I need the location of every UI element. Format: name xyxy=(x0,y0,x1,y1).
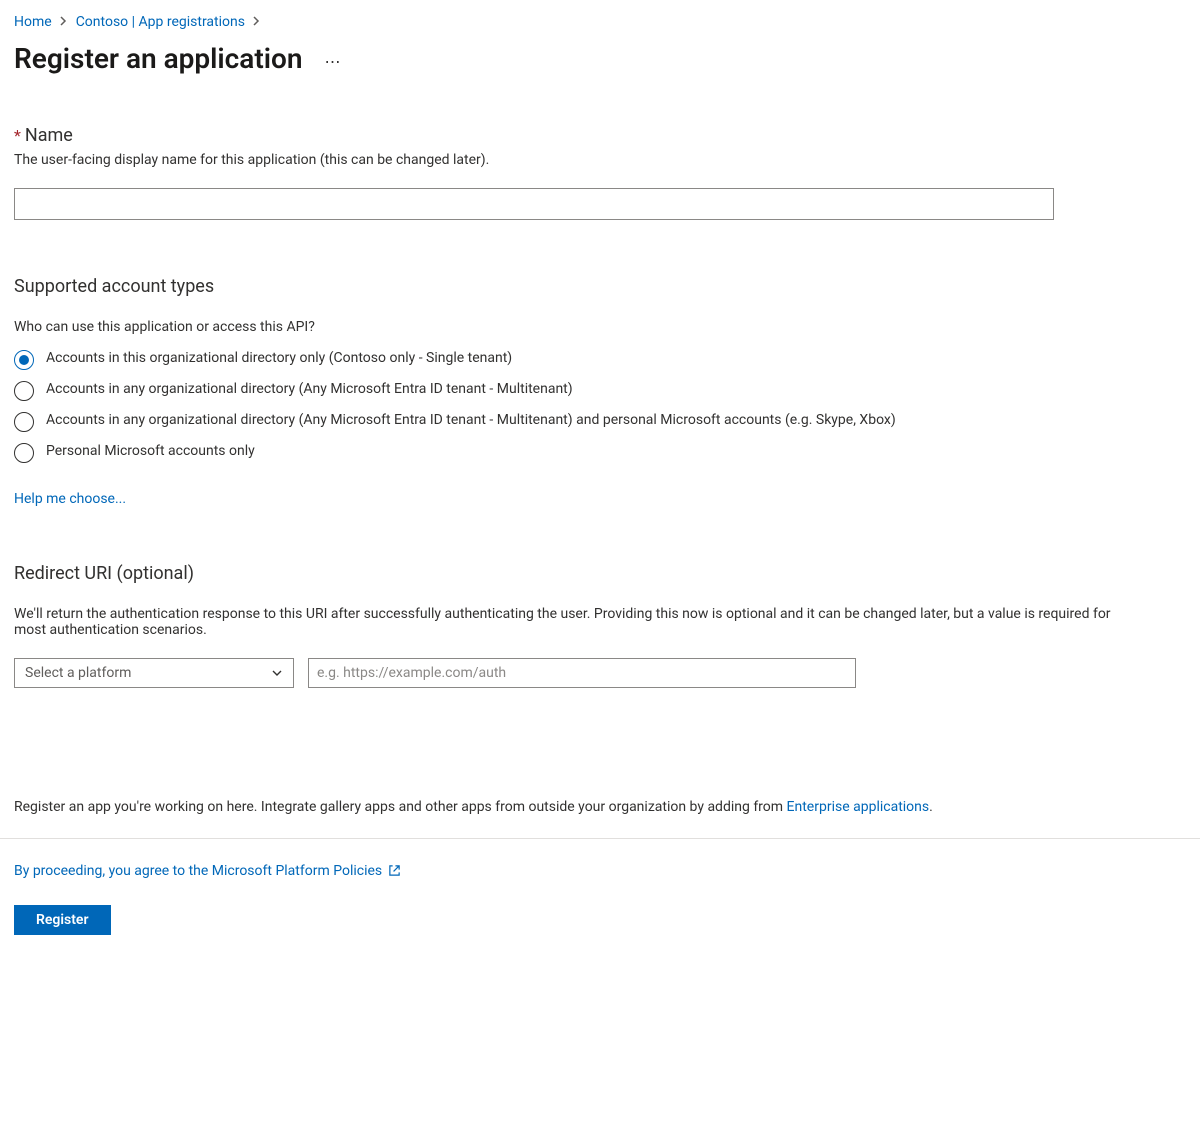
chevron-down-icon xyxy=(271,667,283,679)
more-actions-button[interactable]: ⋯ xyxy=(325,52,343,71)
name-input[interactable] xyxy=(14,188,1054,220)
account-types-title: Supported account types xyxy=(14,276,1186,297)
breadcrumb-item-home[interactable]: Home xyxy=(14,14,52,30)
breadcrumb: Home Contoso | App registrations xyxy=(14,14,1186,30)
policy-text: By proceeding, you agree to the Microsof… xyxy=(14,863,382,879)
platform-select-value: Select a platform xyxy=(25,665,131,681)
redirect-uri-input[interactable] xyxy=(308,658,856,688)
radio-label-multi-tenant-personal[interactable]: Accounts in any organizational directory… xyxy=(46,411,1056,431)
redirect-uri-section: Redirect URI (optional) We'll return the… xyxy=(14,563,1186,688)
enterprise-applications-link[interactable]: Enterprise applications xyxy=(787,799,930,815)
name-label: Name xyxy=(25,125,73,146)
name-hint: The user-facing display name for this ap… xyxy=(14,152,1186,168)
breadcrumb-item-app-registrations[interactable]: Contoso | App registrations xyxy=(76,14,245,30)
name-section: *Name The user-facing display name for t… xyxy=(14,125,1186,220)
policy-link[interactable]: By proceeding, you agree to the Microsof… xyxy=(14,863,401,879)
footer-note-prefix: Register an app you're working on here. … xyxy=(14,799,787,815)
radio-single-tenant[interactable] xyxy=(14,350,34,370)
account-types-radio-group: Accounts in this organizational director… xyxy=(14,349,1186,463)
radio-label-multi-tenant[interactable]: Accounts in any organizational directory… xyxy=(46,380,1056,400)
radio-label-single-tenant[interactable]: Accounts in this organizational director… xyxy=(46,349,1056,369)
external-link-icon xyxy=(388,864,401,877)
radio-multi-tenant-personal[interactable] xyxy=(14,412,34,432)
footer-note-suffix: . xyxy=(929,799,933,815)
chevron-right-icon xyxy=(253,15,261,29)
platform-select[interactable]: Select a platform xyxy=(14,658,294,688)
required-indicator: * xyxy=(14,126,21,145)
radio-multi-tenant[interactable] xyxy=(14,381,34,401)
account-types-subtitle: Who can use this application or access t… xyxy=(14,319,1186,335)
page-title: Register an application xyxy=(14,42,303,75)
register-button[interactable]: Register xyxy=(14,905,111,935)
radio-personal-only[interactable] xyxy=(14,443,34,463)
redirect-uri-desc: We'll return the authentication response… xyxy=(14,606,1144,638)
redirect-uri-title: Redirect URI (optional) xyxy=(14,563,1186,584)
radio-label-personal-only[interactable]: Personal Microsoft accounts only xyxy=(46,442,1056,462)
account-types-section: Supported account types Who can use this… xyxy=(14,276,1186,507)
footer-note: Register an app you're working on here. … xyxy=(14,798,1186,818)
help-me-choose-link[interactable]: Help me choose... xyxy=(14,491,126,507)
chevron-right-icon xyxy=(60,15,68,29)
divider xyxy=(0,838,1200,839)
